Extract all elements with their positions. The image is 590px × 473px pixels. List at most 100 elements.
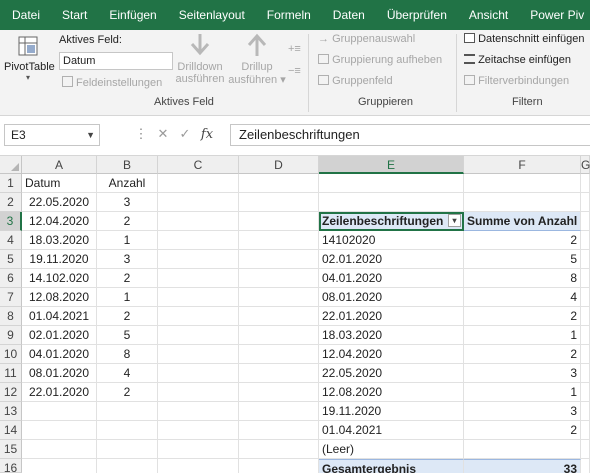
empty-cell[interactable] [581, 250, 590, 269]
row-header[interactable]: 4 [0, 231, 22, 250]
pivot-row-label[interactable]: 02.01.2020 [319, 250, 464, 269]
source-cell-count[interactable]: 8 [97, 345, 158, 364]
empty-cell[interactable] [158, 326, 239, 345]
empty-cell[interactable] [97, 440, 158, 459]
pivot-row-value[interactable]: 3 [464, 364, 581, 383]
tab-einfuegen[interactable]: Einfügen [98, 8, 167, 22]
empty-cell[interactable] [581, 440, 590, 459]
source-cell-date[interactable]: 18.03.2020 [22, 231, 97, 250]
empty-cell[interactable] [581, 345, 590, 364]
empty-cell[interactable] [581, 307, 590, 326]
column-header-g[interactable]: G [581, 156, 590, 174]
ungroup-button[interactable]: Gruppierung aufheben [318, 54, 442, 66]
column-header-f[interactable]: F [464, 156, 581, 174]
column-header-e[interactable]: E [319, 156, 464, 174]
empty-cell[interactable] [158, 231, 239, 250]
empty-cell[interactable] [158, 307, 239, 326]
empty-cell[interactable] [581, 193, 590, 212]
empty-cell[interactable] [158, 250, 239, 269]
drilldown-button[interactable]: Drilldown ausführen [174, 32, 226, 85]
empty-cell[interactable] [158, 402, 239, 421]
group-selection-button[interactable]: → Gruppenauswahl [318, 33, 415, 45]
empty-cell[interactable] [239, 345, 319, 364]
empty-cell[interactable] [581, 288, 590, 307]
row-header[interactable]: 2 [0, 193, 22, 212]
empty-cell[interactable] [158, 174, 239, 193]
empty-cell[interactable] [239, 212, 319, 231]
empty-cell[interactable] [239, 250, 319, 269]
pivot-row-value[interactable]: 1 [464, 326, 581, 345]
tab-daten[interactable]: Daten [322, 8, 376, 22]
tab-formeln[interactable]: Formeln [256, 8, 322, 22]
empty-cell[interactable] [239, 364, 319, 383]
pivot-row-label[interactable]: 12.08.2020 [319, 383, 464, 402]
field-settings-button[interactable]: Feldeinstellungen [62, 76, 162, 89]
group-field-button[interactable]: Gruppenfeld [318, 75, 393, 87]
tab-start[interactable]: Start [51, 8, 98, 22]
row-header[interactable]: 1 [0, 174, 22, 193]
pivot-row-value[interactable] [464, 440, 581, 459]
empty-cell[interactable] [239, 193, 319, 212]
source-cell-date[interactable]: 19.11.2020 [22, 250, 97, 269]
source-cell-date[interactable]: 04.01.2020 [22, 345, 97, 364]
empty-cell[interactable] [581, 269, 590, 288]
pivot-row-label[interactable]: 18.03.2020 [319, 326, 464, 345]
pivot-row-label[interactable]: 01.04.2021 [319, 421, 464, 440]
source-cell-date[interactable]: 08.01.2020 [22, 364, 97, 383]
empty-cell[interactable] [581, 231, 590, 250]
empty-cell[interactable] [239, 402, 319, 421]
source-cell-count[interactable]: 1 [97, 231, 158, 250]
source-cell-count[interactable]: 2 [97, 307, 158, 326]
empty-cell[interactable] [239, 288, 319, 307]
select-all-corner[interactable] [0, 156, 22, 174]
filter-dropdown-icon[interactable]: ▾ [448, 214, 461, 227]
empty-cell[interactable] [464, 174, 581, 193]
pivot-row-label[interactable]: (Leer) [319, 440, 464, 459]
empty-cell[interactable] [239, 307, 319, 326]
source-cell-count[interactable]: 2 [97, 269, 158, 288]
formula-input[interactable]: Zeilenbeschriftungen [230, 124, 590, 146]
pivot-grand-total-value[interactable]: 33 [464, 459, 581, 473]
row-header[interactable]: 11 [0, 364, 22, 383]
pivot-row-value[interactable]: 3 [464, 402, 581, 421]
empty-cell[interactable] [239, 231, 319, 250]
empty-cell[interactable] [239, 421, 319, 440]
row-header[interactable]: 3 [0, 212, 22, 231]
empty-cell[interactable] [581, 383, 590, 402]
row-header[interactable]: 15 [0, 440, 22, 459]
source-cell-date[interactable]: 22.01.2020 [22, 383, 97, 402]
empty-cell[interactable] [581, 421, 590, 440]
pivot-row-value[interactable]: 2 [464, 421, 581, 440]
pivot-row-value[interactable]: 8 [464, 269, 581, 288]
source-cell-count[interactable]: 5 [97, 326, 158, 345]
tab-ueberpruefen[interactable]: Überprüfen [376, 8, 458, 22]
row-header[interactable]: 16 [0, 459, 22, 473]
empty-cell[interactable] [581, 326, 590, 345]
empty-cell[interactable] [22, 459, 97, 473]
chevron-down-icon[interactable]: ▼ [86, 125, 95, 145]
pivot-row-value[interactable]: 4 [464, 288, 581, 307]
empty-cell[interactable] [158, 212, 239, 231]
row-header[interactable]: 13 [0, 402, 22, 421]
empty-cell[interactable] [22, 402, 97, 421]
pivot-row-label[interactable]: 19.11.2020 [319, 402, 464, 421]
empty-cell[interactable] [97, 421, 158, 440]
empty-cell[interactable] [581, 402, 590, 421]
empty-cell[interactable] [239, 174, 319, 193]
source-cell-date[interactable]: 02.01.2020 [22, 326, 97, 345]
empty-cell[interactable] [581, 212, 590, 231]
empty-cell[interactable] [158, 193, 239, 212]
empty-cell[interactable] [158, 269, 239, 288]
pivot-row-value[interactable]: 1 [464, 383, 581, 402]
pivot-row-value[interactable]: 2 [464, 231, 581, 250]
insert-slicer-button[interactable]: Datenschnitt einfügen [464, 33, 584, 45]
pivot-row-labels-header[interactable]: Zeilenbeschriftungen ▾ [319, 212, 464, 231]
tab-seitenlayout[interactable]: Seitenlayout [168, 8, 256, 22]
source-cell-date[interactable]: 12.08.2020 [22, 288, 97, 307]
source-cell-date[interactable]: 01.04.2021 [22, 307, 97, 326]
row-header[interactable]: 5 [0, 250, 22, 269]
pivot-row-label[interactable]: 12.04.2020 [319, 345, 464, 364]
column-header-a[interactable]: A [22, 156, 97, 174]
filter-connections-button[interactable]: Filterverbindungen [464, 75, 569, 87]
pivot-row-label[interactable]: 22.01.2020 [319, 307, 464, 326]
